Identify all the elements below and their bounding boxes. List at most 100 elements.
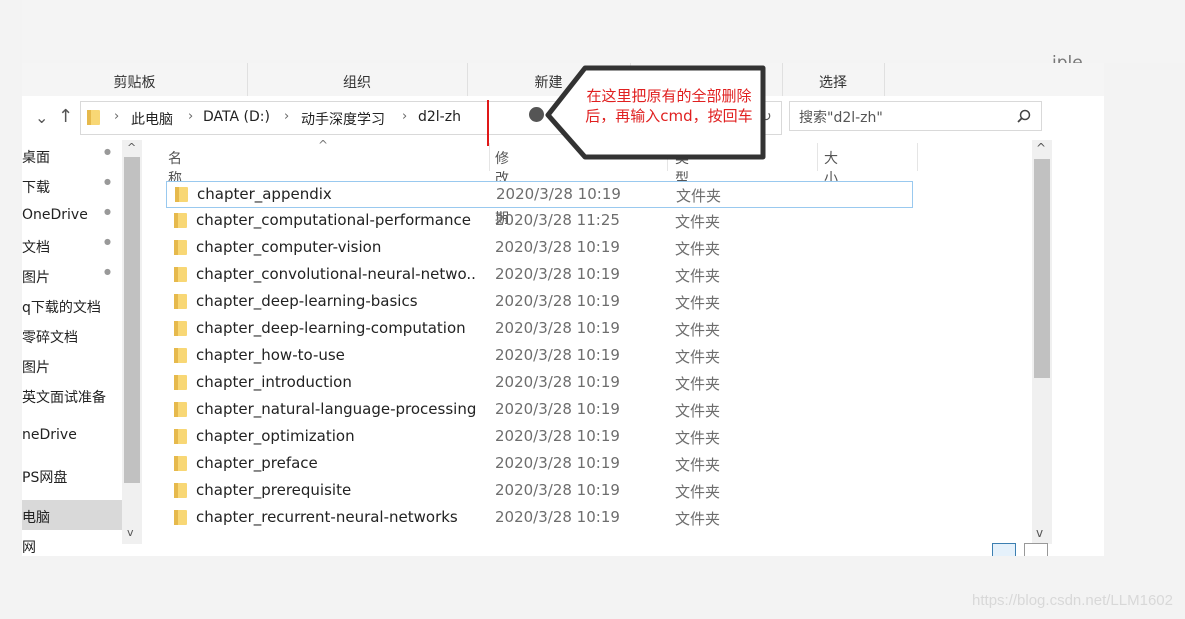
file-date: 2020/3/28 10:19 [495, 373, 620, 391]
ribbon-group-clipboard[interactable]: 剪贴板 [22, 63, 248, 96]
scroll-up-icon[interactable]: ^ [127, 141, 136, 154]
file-date: 2020/3/28 10:19 [495, 346, 620, 364]
ribbon-label: 剪贴板 [113, 75, 156, 91]
folder-icon [174, 321, 187, 336]
scrollbar-thumb[interactable] [1034, 159, 1050, 378]
pin-icon[interactable]: ● [104, 207, 111, 216]
breadcrumb-folder[interactable]: 动手深度学习 [301, 109, 385, 129]
sidebar-item[interactable]: 图片 [22, 350, 122, 380]
sidebar-item[interactable]: neDrive [22, 420, 122, 450]
scrollbar-thumb[interactable] [124, 157, 140, 483]
file-row[interactable]: chapter_computer-vision 2020/3/28 10:19 文件… [166, 235, 913, 262]
sidebar-item[interactable]: q下载的文档 [22, 290, 122, 320]
file-name: chapter_deep-learning-computation [196, 319, 466, 337]
chevron-right-icon: › [114, 109, 120, 124]
breadcrumb-current-folder[interactable]: d2l-zh [418, 109, 461, 125]
scroll-down-icon[interactable]: v [1036, 526, 1043, 540]
column-divider[interactable] [917, 143, 918, 171]
file-date: 2020/3/28 10:19 [495, 454, 620, 472]
file-date: 2020/3/28 10:19 [495, 481, 620, 499]
folder-icon [175, 187, 188, 202]
folder-icon [174, 213, 187, 228]
breadcrumb-data-drive[interactable]: DATA (D:) [203, 109, 270, 125]
sidebar-item[interactable]: 零碎文档 [22, 320, 122, 350]
sidebar-item[interactable]: PS网盘 [22, 460, 122, 490]
sidebar-item[interactable]: OneDrive ● [22, 200, 122, 230]
file-row[interactable]: chapter_convolutional-neural-netwo... 202… [166, 262, 913, 289]
sidebar-item[interactable]: 文档 ● [22, 230, 122, 260]
file-date: 2020/3/28 10:19 [495, 508, 620, 526]
sidebar-item-label: 网 [22, 540, 36, 556]
file-name: chapter_natural-language-processing [196, 400, 476, 418]
sidebar-item-label: PS网盘 [22, 470, 68, 486]
file-row[interactable]: chapter_recurrent-neural-networks 2020/3/… [166, 505, 913, 532]
file-name: chapter_appendix [197, 185, 332, 203]
folder-icon [174, 240, 187, 255]
search-placeholder: 搜索"d2l-zh" [799, 110, 883, 126]
sidebar-item[interactable]: 下载 ● [22, 170, 122, 200]
file-type: 文件夹 [675, 375, 721, 393]
large-icons-view-button[interactable] [1024, 543, 1048, 556]
file-type: 文件夹 [675, 456, 721, 474]
file-type: 文件夹 [675, 402, 721, 420]
pin-icon[interactable]: ● [104, 237, 111, 246]
pin-icon[interactable]: ● [104, 177, 111, 186]
sidebar-item[interactable]: 电脑 [22, 500, 122, 530]
scroll-down-icon[interactable]: v [127, 526, 134, 539]
file-type: 文件夹 [675, 294, 721, 312]
ribbon-group-select[interactable]: 选择 [782, 63, 885, 96]
ribbon-label: 选择 [819, 75, 847, 91]
breadcrumb-this-pc[interactable]: 此电脑 [131, 109, 173, 129]
navigation-pane-scrollbar[interactable]: ^ v [122, 140, 142, 544]
file-type: 文件夹 [676, 187, 722, 205]
search-icon [1017, 109, 1031, 123]
file-row[interactable]: chapter_introduction 2020/3/28 10:19 文件夹 [166, 370, 913, 397]
sidebar-item-label: 图片 [22, 270, 50, 286]
file-date: 2020/3/28 10:19 [495, 265, 620, 283]
details-view-button[interactable] [992, 543, 1016, 556]
file-list-scrollbar[interactable]: ^ v [1032, 140, 1052, 544]
recent-locations-chevron-icon[interactable]: ⌄ [35, 108, 48, 127]
up-arrow-icon[interactable]: ↑ [58, 106, 73, 127]
file-row[interactable]: chapter_appendix 2020/3/28 10:19 文件夹 [166, 181, 913, 208]
file-date: 2020/3/28 10:19 [496, 185, 621, 203]
sidebar-item-label: 桌面 [22, 150, 50, 166]
folder-icon [174, 375, 187, 390]
file-type: 文件夹 [675, 213, 721, 231]
column-divider[interactable] [817, 143, 818, 171]
file-row[interactable]: chapter_preface 2020/3/28 10:19 文件夹 [166, 451, 913, 478]
file-row[interactable]: chapter_optimization 2020/3/28 10:19 文件夹 [166, 424, 913, 451]
pin-icon[interactable]: ● [104, 267, 111, 276]
scroll-up-icon[interactable]: ^ [1036, 141, 1046, 155]
background-top [22, 0, 1185, 63]
folder-icon [87, 110, 100, 125]
file-row[interactable]: chapter_computational-performance 2020/3/… [166, 208, 913, 235]
file-date: 2020/3/28 11:25 [495, 211, 620, 229]
ribbon-group-organize[interactable]: 组织 [247, 63, 468, 96]
folder-icon [174, 267, 187, 282]
sidebar-item-label: 零碎文档 [22, 330, 78, 346]
text-cursor-marker [487, 100, 489, 146]
file-type: 文件夹 [675, 429, 721, 447]
sidebar-item[interactable]: 英文面试准备 [22, 380, 122, 410]
file-row[interactable]: chapter_deep-learning-basics 2020/3/28 10… [166, 289, 913, 316]
file-row[interactable]: chapter_prerequisite 2020/3/28 10:19 文件夹 [166, 478, 913, 505]
file-row[interactable]: chapter_deep-learning-computation 2020/3/… [166, 316, 913, 343]
ribbon-label: 组织 [343, 75, 371, 91]
chevron-right-icon: › [402, 109, 408, 124]
sidebar-item[interactable]: 图片 ● [22, 260, 122, 290]
file-name: chapter_computational-performance [196, 211, 471, 229]
file-date: 2020/3/28 10:19 [495, 292, 620, 310]
column-divider[interactable] [489, 143, 490, 171]
search-input[interactable]: 搜索"d2l-zh" [789, 101, 1042, 131]
file-row[interactable]: chapter_how-to-use 2020/3/28 10:19 文件夹 [166, 343, 913, 370]
pin-icon[interactable]: ● [104, 147, 111, 156]
sidebar-item[interactable]: 网 [22, 530, 122, 556]
file-row[interactable]: chapter_natural-language-processing 2020/… [166, 397, 913, 424]
folder-icon [174, 483, 187, 498]
sidebar-item[interactable]: 桌面 ● [22, 140, 122, 170]
folder-icon [174, 402, 187, 417]
file-name: chapter_prerequisite [196, 481, 352, 499]
file-date: 2020/3/28 10:19 [495, 427, 620, 445]
navigation-pane: 桌面 ● 下载 ● OneDrive ● 文档 ● 图片 ● q下载的文档 零碎文档 图片 英文面试准备 n… [22, 140, 122, 556]
